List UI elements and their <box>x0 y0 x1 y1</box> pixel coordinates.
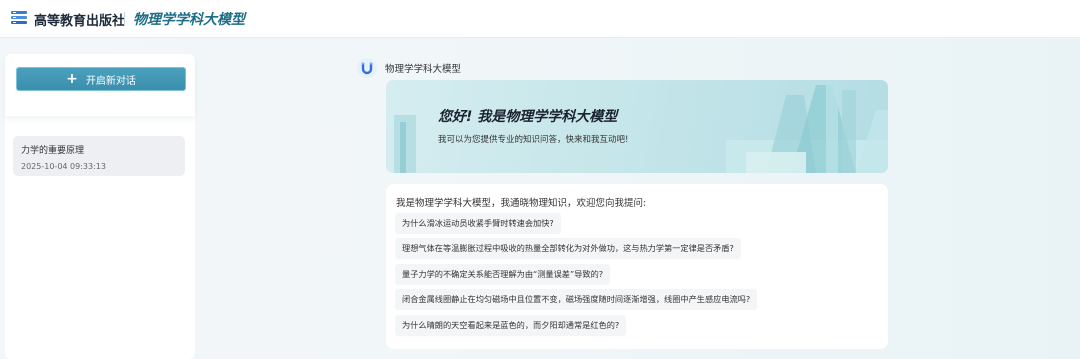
new-chat-label: 开启新对话 <box>85 75 136 87</box>
publisher-name: 高等教育出版社 <box>34 14 126 29</box>
books-logo-icon <box>11 11 27 24</box>
header-divider <box>124 12 125 26</box>
banner-title: 您好! 我是物理学学科大模型 <box>438 109 618 125</box>
suggestions-intro: 我是物理学学科大模型，我通晓物理知识，欢迎您向我提问: <box>396 198 647 209</box>
top-header: 高等教育出版社 物理学学科大模型 <box>0 0 1080 38</box>
history-item[interactable]: 力学的重要原理 2025-10-04 09:33:13 <box>13 136 185 176</box>
bot-name: 物理学学科大模型 <box>385 64 462 75</box>
suggested-question[interactable]: 量子力学的不确定关系能否理解为由“测量误差”导致的? <box>395 264 611 285</box>
sidebar-top-panel: + 开启新对话 <box>5 54 195 116</box>
app-title: 物理学学科大模型 <box>133 12 245 28</box>
suggested-question[interactable]: 为什么滑冰运动员收紧手臂时转速会加快? <box>395 213 561 234</box>
new-chat-button[interactable]: + 开启新对话 <box>16 67 186 91</box>
banner-subtitle: 我可以为您提供专业的知识问答，快来和我互动吧! <box>438 135 629 145</box>
history-item-time: 2025-10-04 09:33:13 <box>21 162 106 171</box>
plus-icon: + <box>66 71 78 87</box>
sidebar: + 开启新对话 力学的重要原理 2025-10-04 09:33:13 <box>5 54 195 359</box>
suggested-question[interactable]: 理想气体在等温膨胀过程中吸收的热量全部转化为对外做功，这与热力学第一定律是否矛盾… <box>395 238 741 259</box>
magnet-avatar-icon <box>357 58 377 78</box>
history-item-title: 力学的重要原理 <box>21 146 85 156</box>
welcome-banner: 您好! 我是物理学学科大模型 我可以为您提供专业的知识问答，快来和我互动吧! <box>386 80 888 173</box>
suggested-question[interactable]: 闭合金属线圈静止在均匀磁场中且位置不变，磁场强度随时间逐渐增强，线圈中产生感应电… <box>395 289 758 310</box>
banner-illustration <box>394 80 888 173</box>
suggestions-card: 我是物理学学科大模型，我通晓物理知识，欢迎您向我提问: 为什么滑冰运动员收紧手臂… <box>386 184 888 349</box>
suggested-question[interactable]: 为什么晴朗的天空看起来是蓝色的，而夕阳却通常是红色的? <box>395 315 627 336</box>
